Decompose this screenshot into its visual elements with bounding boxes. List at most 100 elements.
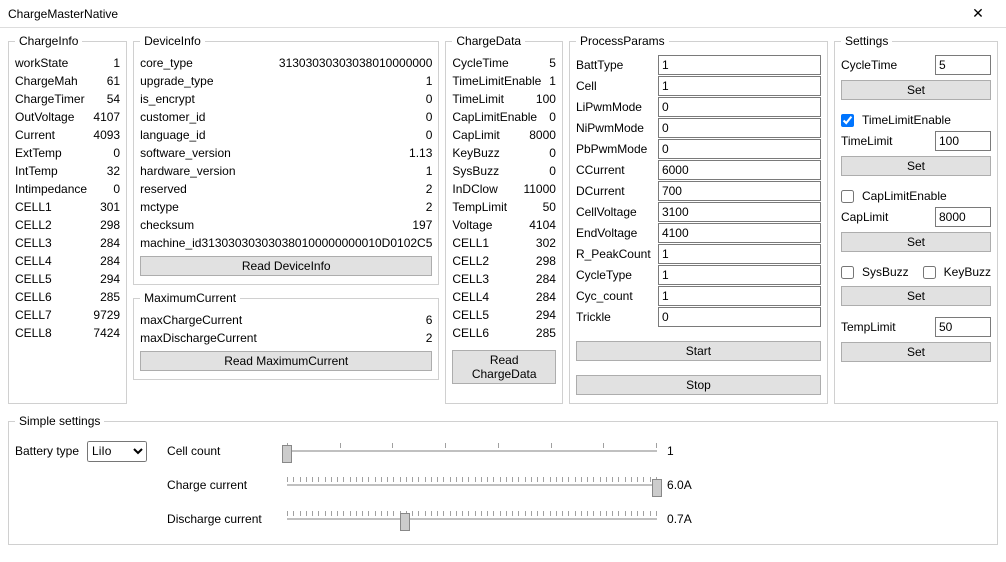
processparams-input[interactable] [658,265,821,285]
chargedata-value: 302 [536,234,556,252]
set-templimit-button[interactable]: Set [841,342,991,362]
timelimitenable-checkbox[interactable] [841,114,854,127]
processparams-input[interactable] [658,55,821,75]
chargeinfo-value: 298 [100,216,120,234]
sysbuzz-checkbox[interactable] [841,266,854,279]
sysbuzz-label[interactable]: SysBuzz [862,265,909,279]
chargeinfo-key: CELL4 [15,252,52,270]
processparams-input[interactable] [658,139,821,159]
templimit-input[interactable] [935,317,991,337]
discharge-current-value: 0.7A [667,512,707,526]
cycletime-input[interactable] [935,55,991,75]
chargeinfo-row: CELL5294 [15,270,120,288]
start-button[interactable]: Start [576,341,821,361]
processparams-input[interactable] [658,223,821,243]
processparams-input[interactable] [658,97,821,117]
chargedata-row: CELL2298 [452,252,556,270]
set-cycletime-button[interactable]: Set [841,80,991,100]
processparams-row: Trickle [576,306,821,327]
chargedata-key: CELL1 [452,234,489,252]
charge-current-slider[interactable] [287,471,657,499]
deviceinfo-key: core_type [140,54,193,72]
processparams-input[interactable] [658,76,821,96]
keybuzz-label[interactable]: KeyBuzz [944,265,991,279]
chargedata-row: InDClow11000 [452,180,556,198]
caplimitenable-label[interactable]: CapLimitEnable [862,189,947,203]
discharge-current-slider[interactable] [287,505,657,533]
window-title: ChargeMasterNative [8,7,958,21]
deviceinfo-legend: DeviceInfo [140,34,205,48]
chargeinfo-row: CELL2298 [15,216,120,234]
chargedata-value: 284 [536,288,556,306]
chargeinfo-legend: ChargeInfo [15,34,82,48]
close-icon[interactable]: ✕ [958,5,998,22]
set-buzz-button[interactable]: Set [841,286,991,306]
deviceinfo-row: machine_id313030303030380100000000010D01… [140,234,432,252]
battery-type-select[interactable]: LiIo [87,441,147,462]
set-caplimit-button[interactable]: Set [841,232,991,252]
deviceinfo-group: DeviceInfo core_type31303030303038010000… [133,34,439,285]
chargeinfo-row: Current4093 [15,126,120,144]
caplimitenable-checkbox[interactable] [841,190,854,203]
chargedata-key: KeyBuzz [452,144,499,162]
read-deviceinfo-button[interactable]: Read DeviceInfo [140,256,432,276]
set-timelimit-button[interactable]: Set [841,156,991,176]
processparams-row: CycleType [576,264,821,285]
timelimitenable-label[interactable]: TimeLimitEnable [862,113,951,127]
processparams-input[interactable] [658,160,821,180]
processparams-label: PbPwmMode [576,142,654,156]
chargeinfo-row: ExtTemp0 [15,144,120,162]
chargeinfo-row: CELL6285 [15,288,120,306]
chargeinfo-row: CELL4284 [15,252,120,270]
chargeinfo-row: CELL79729 [15,306,120,324]
chargeinfo-key: CELL8 [15,324,52,342]
processparams-input[interactable] [658,244,821,264]
chargedata-key: CELL6 [452,324,489,342]
chargedata-value: 285 [536,324,556,342]
stop-button[interactable]: Stop [576,375,821,395]
keybuzz-checkbox[interactable] [923,266,936,279]
deviceinfo-value: 1 [426,162,433,180]
read-maximumcurrent-button[interactable]: Read MaximumCurrent [140,351,432,371]
processparams-row: Cyc_count [576,285,821,306]
processparams-input[interactable] [658,307,821,327]
processparams-input[interactable] [658,118,821,138]
processparams-row: CCurrent [576,159,821,180]
processparams-input[interactable] [658,202,821,222]
processparams-legend: ProcessParams [576,34,669,48]
deviceinfo-row: hardware_version1 [140,162,432,180]
maxcurrent-value: 2 [426,329,433,347]
cell-count-slider[interactable] [287,437,657,465]
timelimit-input[interactable] [935,131,991,151]
chargedata-key: TimeLimitEnable [452,72,541,90]
read-chargedata-button[interactable]: Read ChargeData [452,350,556,384]
caplimit-input[interactable] [935,207,991,227]
processparams-row: PbPwmMode [576,138,821,159]
chargeinfo-row: CELL3284 [15,234,120,252]
processparams-input[interactable] [658,181,821,201]
chargedata-key: InDClow [452,180,497,198]
deviceinfo-value: 197 [412,216,432,234]
chargeinfo-value: 7424 [93,324,120,342]
chargedata-key: CELL3 [452,270,489,288]
charge-current-value: 6.0A [667,478,707,492]
chargeinfo-key: workState [15,54,68,72]
processparams-label: CycleType [576,268,654,282]
deviceinfo-value: 2 [426,180,433,198]
chargeinfo-key: Intimpedance [15,180,87,198]
processparams-row: LiPwmMode [576,96,821,117]
chargedata-value: 0 [549,162,556,180]
maxcurrent-value: 6 [426,311,433,329]
chargeinfo-value: 285 [100,288,120,306]
deviceinfo-row: software_version1.13 [140,144,432,162]
processparams-row: EndVoltage [576,222,821,243]
processparams-input[interactable] [658,286,821,306]
processparams-label: CellVoltage [576,205,654,219]
chargedata-value: 0 [549,108,556,126]
chargedata-value: 50 [543,198,556,216]
chargedata-key: CELL2 [452,252,489,270]
deviceinfo-row: language_id0 [140,126,432,144]
deviceinfo-key: checksum [140,216,194,234]
chargedata-row: CycleTime5 [452,54,556,72]
settings-legend: Settings [841,34,892,48]
